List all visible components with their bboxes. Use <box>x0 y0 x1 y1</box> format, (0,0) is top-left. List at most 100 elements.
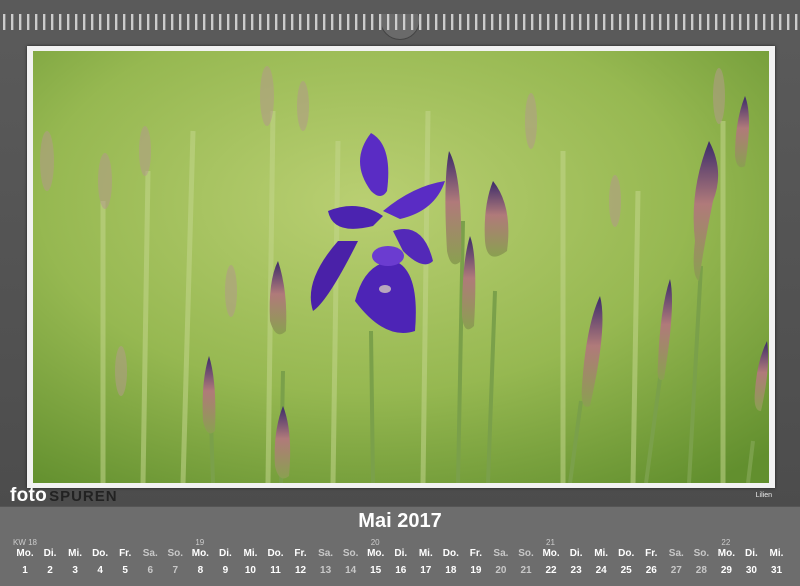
weekday-label: Do. <box>442 548 459 559</box>
week-number-label: 22 <box>721 538 731 547</box>
day-cell: Mo. 29 <box>714 548 738 576</box>
day-number: 4 <box>97 565 103 576</box>
day-number: 13 <box>320 565 332 576</box>
weekday-label: Di. <box>394 548 408 559</box>
day-cell: Mo. 1 <box>13 548 37 576</box>
day-cell: Sa. 27 <box>664 548 688 576</box>
wall-calendar-page: foto SPUREN Lilien Mai 2017 KW 18 19 20 21 22… <box>0 0 800 586</box>
day-number: 5 <box>122 565 128 576</box>
day-cell: Sa. 6 <box>138 548 162 576</box>
day-cell: Mi. 17 <box>414 548 438 576</box>
day-number: 10 <box>244 565 256 576</box>
weekday-label: Mo. <box>16 548 34 559</box>
day-cell: Mo. 8 <box>188 548 212 576</box>
day-number: 30 <box>745 565 757 576</box>
week-number-label: 20 <box>370 538 380 547</box>
day-number: 6 <box>147 565 154 576</box>
day-number: 31 <box>770 565 783 576</box>
day-number: 16 <box>395 565 407 576</box>
day-cell: So. 7 <box>163 548 187 576</box>
day-number: 26 <box>645 565 657 576</box>
day-number: 19 <box>470 565 482 576</box>
day-cell: Do. 18 <box>439 548 463 576</box>
day-number: 27 <box>670 565 682 576</box>
weekday-label: Do. <box>92 548 109 559</box>
day-cell: So. 28 <box>689 548 713 576</box>
day-number: 7 <box>172 565 179 576</box>
weekday-label: Sa. <box>318 548 334 559</box>
day-cell: Mi. 10 <box>238 548 262 576</box>
day-number: 3 <box>72 565 78 576</box>
day-cell: Sa. 13 <box>314 548 338 576</box>
month-title: Mai 2017 <box>358 510 442 532</box>
weekday-label: Di. <box>219 548 232 559</box>
weekday-label: Mi. <box>243 548 258 559</box>
day-number: 28 <box>695 565 707 576</box>
spiral-binding <box>0 0 800 40</box>
day-number: 17 <box>420 565 432 576</box>
iris-flower-illustration <box>33 51 769 483</box>
week-number-label: 21 <box>546 538 555 547</box>
day-number: 11 <box>270 565 281 576</box>
weekday-label: Mi. <box>68 548 83 559</box>
day-number: 23 <box>570 565 582 576</box>
weekday-label: Di. <box>43 548 57 559</box>
day-cell: Do. 11 <box>264 548 288 576</box>
day-cell: Do. 25 <box>614 548 638 576</box>
photo-caption: Lilien <box>755 492 772 499</box>
day-number: 2 <box>47 565 53 576</box>
day-cell: Sa. 20 <box>489 548 513 576</box>
month-calendar-strip: Mai 2017 KW 18 19 20 21 22 Mo. 1 Di. 2 Mi. 3 Do. 4 F… <box>0 506 800 586</box>
day-cell: Di. 2 <box>38 548 62 576</box>
weekday-label: So. <box>167 548 184 559</box>
weekday-label: Mo. <box>191 548 209 559</box>
day-cell: Fr. 12 <box>289 548 313 576</box>
week-number-label: 19 <box>195 538 205 547</box>
day-cell: Fr. 19 <box>464 548 488 576</box>
weekday-label: So. <box>693 548 710 559</box>
day-cell: Mo. 15 <box>364 548 388 576</box>
day-number: 25 <box>620 565 632 576</box>
day-cell: Mi. 24 <box>589 548 613 576</box>
day-number: 18 <box>445 565 457 576</box>
iris-photo <box>33 51 769 483</box>
day-cell: So. 21 <box>514 548 538 576</box>
weekday-label: Fr. <box>294 548 307 559</box>
weekday-label: Fr. <box>469 548 482 559</box>
day-number: 1 <box>22 565 28 576</box>
weekday-label: Sa. <box>668 548 684 559</box>
weekday-label: Mo. <box>367 548 385 559</box>
day-cell: Mi. 31 <box>765 548 789 576</box>
weekday-label: Mi. <box>594 548 609 559</box>
day-cell: Fr. 5 <box>113 548 137 576</box>
week-number-label: KW 18 <box>13 538 38 547</box>
logo-bold-text: foto <box>10 485 48 506</box>
weekday-label: Mo. <box>717 548 735 559</box>
photo-frame <box>27 46 775 488</box>
weekday-label: Do. <box>267 548 284 559</box>
day-number: 29 <box>720 565 732 576</box>
weekday-label: Fr. <box>645 548 658 559</box>
day-cell: Di. 23 <box>564 548 588 576</box>
weekday-label: Mi. <box>418 548 433 559</box>
weekday-label: Do. <box>618 548 635 559</box>
day-number: 14 <box>345 565 357 576</box>
day-cell: Di. 30 <box>739 548 763 576</box>
day-number: 21 <box>520 565 532 576</box>
weekday-label: Sa. <box>142 548 158 559</box>
day-cell: Mi. 3 <box>63 548 87 576</box>
weekday-label: So. <box>342 548 359 559</box>
binding-coils <box>0 14 800 30</box>
day-cell: Mo. 22 <box>539 548 563 576</box>
day-cell: So. 14 <box>339 548 363 576</box>
day-number: 20 <box>495 565 507 576</box>
day-number: 8 <box>197 565 204 576</box>
day-number: 15 <box>370 565 382 576</box>
fotospuren-logo: foto SPUREN <box>10 485 118 507</box>
day-cell: Di. 16 <box>389 548 413 576</box>
weekday-label: Fr. <box>119 548 132 559</box>
day-cell: Do. 4 <box>88 548 112 576</box>
logo-light-text: SPUREN <box>49 488 118 505</box>
day-number: 9 <box>222 565 229 576</box>
weekday-label: Di. <box>569 548 583 559</box>
